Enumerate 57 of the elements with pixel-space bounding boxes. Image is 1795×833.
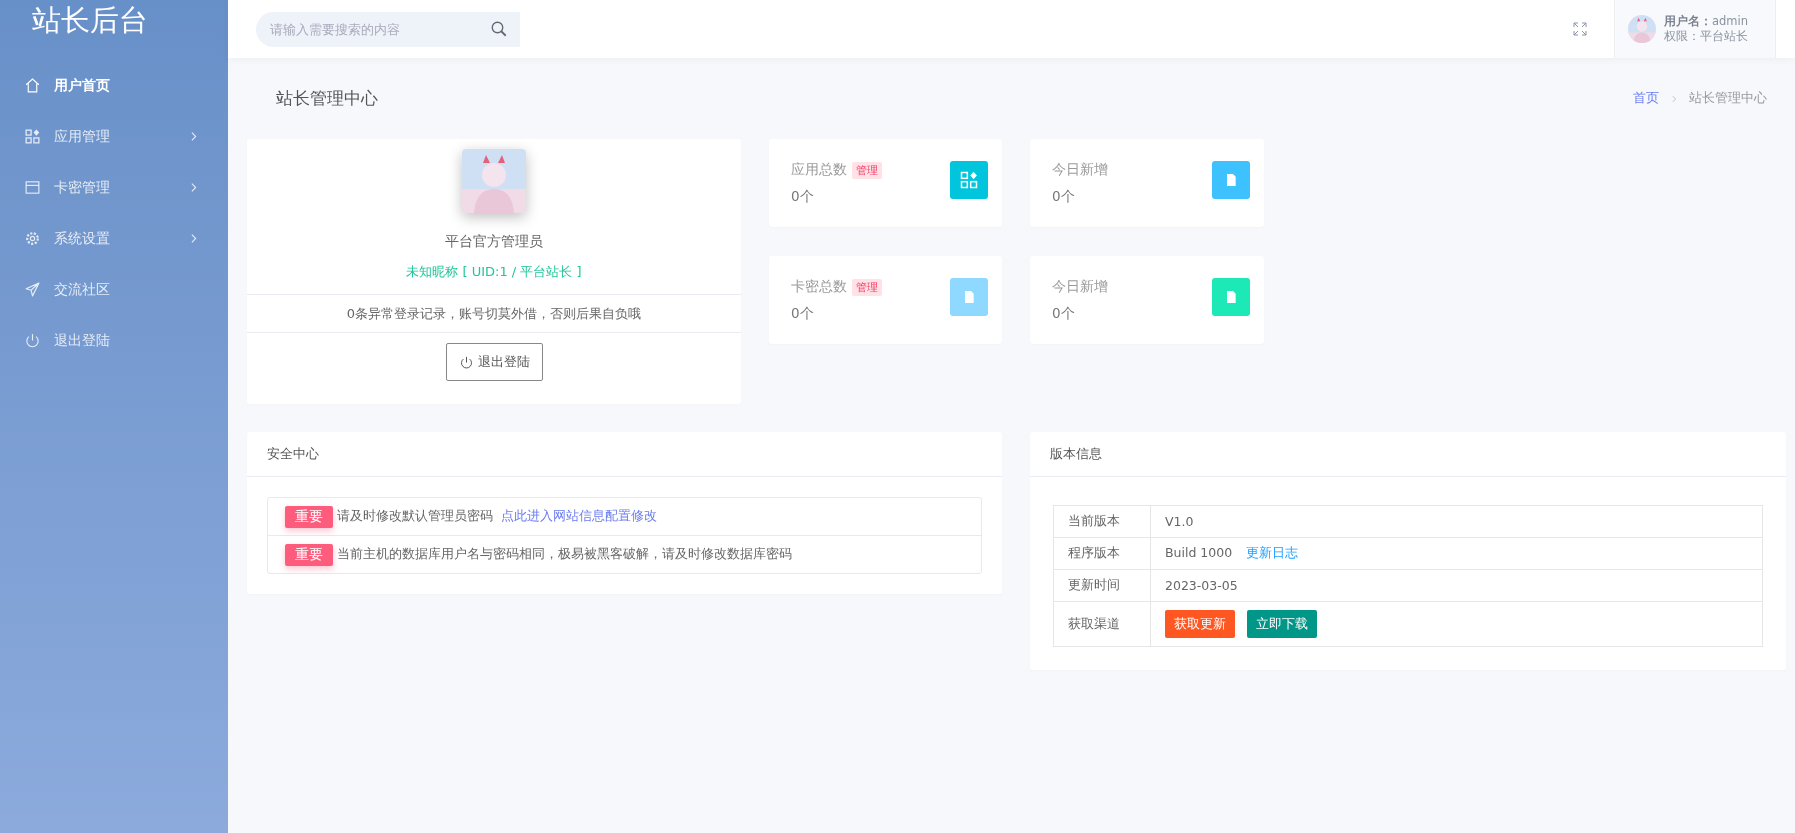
home-icon [24,77,41,94]
table-cell: 更新时间 [1053,569,1151,602]
page-title: 站长管理中心 [276,87,378,110]
sidebar-item[interactable]: 用户首页 [0,60,228,111]
important-badge: 重要 [285,505,333,528]
app-title: 站长后台 [31,2,148,39]
stat-label: 今日新增 [1052,161,1108,179]
apps-icon [959,170,979,190]
sidebar-item[interactable]: 交流社区 [0,264,228,315]
stat-label: 今日新增 [1052,278,1108,296]
fullscreen-icon[interactable] [1572,21,1588,37]
table-cell: 获取渠道 [1053,601,1151,647]
warning-text: 请及时修改默认管理员密码 [337,508,493,525]
manage-badge[interactable]: 管理 [852,161,882,179]
table-cell: 程序版本 [1053,537,1151,570]
breadcrumb-current: 站长管理中心 [1689,90,1767,107]
settings-icon [24,230,41,247]
stat-value: 0个 [1052,305,1076,323]
version-value: V1.0 [1165,514,1194,529]
search-field[interactable]: 请输入需要搜索的内容 [256,11,520,47]
stat-label: 应用总数 [791,161,847,179]
changelog-link[interactable]: 更新日志 [1246,545,1299,560]
avatar [1628,15,1656,43]
sidebar-item[interactable]: 系统设置 [0,213,228,264]
username-label: 用户名：admin [1664,14,1749,29]
channel-button[interactable]: 立即下载 [1247,610,1317,638]
avatar [462,149,526,213]
table-cell: 当前版本 [1053,505,1151,538]
panel-title: 版本信息 [1030,432,1786,477]
sidebar-item[interactable]: 应用管理 [0,111,228,162]
version-value: 2023-03-05 [1165,578,1238,593]
manage-badge[interactable]: 管理 [852,278,882,296]
stat-value: 0个 [791,305,815,323]
user-panel[interactable]: 用户名：admin 权限：平台站长 [1614,0,1776,58]
channel-button[interactable]: 获取更新 [1165,610,1235,638]
important-badge: 重要 [285,543,333,566]
paper-plane-icon [24,281,41,298]
apps-icon [24,128,41,145]
warning-text: 当前主机的数据库用户名与密码相同，极易被黑客破解，请及时修改数据库密码 [337,546,792,563]
user-info: 未知昵称 [ UID:1 / 平台站长 ] [406,263,582,281]
sidebar-item[interactable]: 卡密管理 [0,162,228,213]
sidebar-item[interactable]: 退出登陆 [0,315,228,366]
panel-title: 安全中心 [247,432,1002,477]
config-link[interactable]: 点此进入网站信息配置修改 [501,508,657,525]
power-icon [458,354,474,370]
power-icon [24,332,41,349]
breadcrumb-link[interactable]: 首页 [1633,90,1659,107]
stat-value: 0个 [1052,188,1076,206]
stat-label: 卡密总数 [791,278,847,296]
card-icon [24,179,41,196]
role-label: 权限：平台站长 [1664,29,1749,44]
version-value: Build 1000 [1165,545,1233,560]
logout-button[interactable]: 退出登陆 [445,343,543,381]
chevron-right-icon [1669,93,1679,104]
admin-name: 平台官方管理员 [445,233,543,251]
stat-value: 0个 [791,188,815,206]
login-notice: 0条异常登录记录，账号切莫外借，否则后果自负哦 [346,305,642,323]
